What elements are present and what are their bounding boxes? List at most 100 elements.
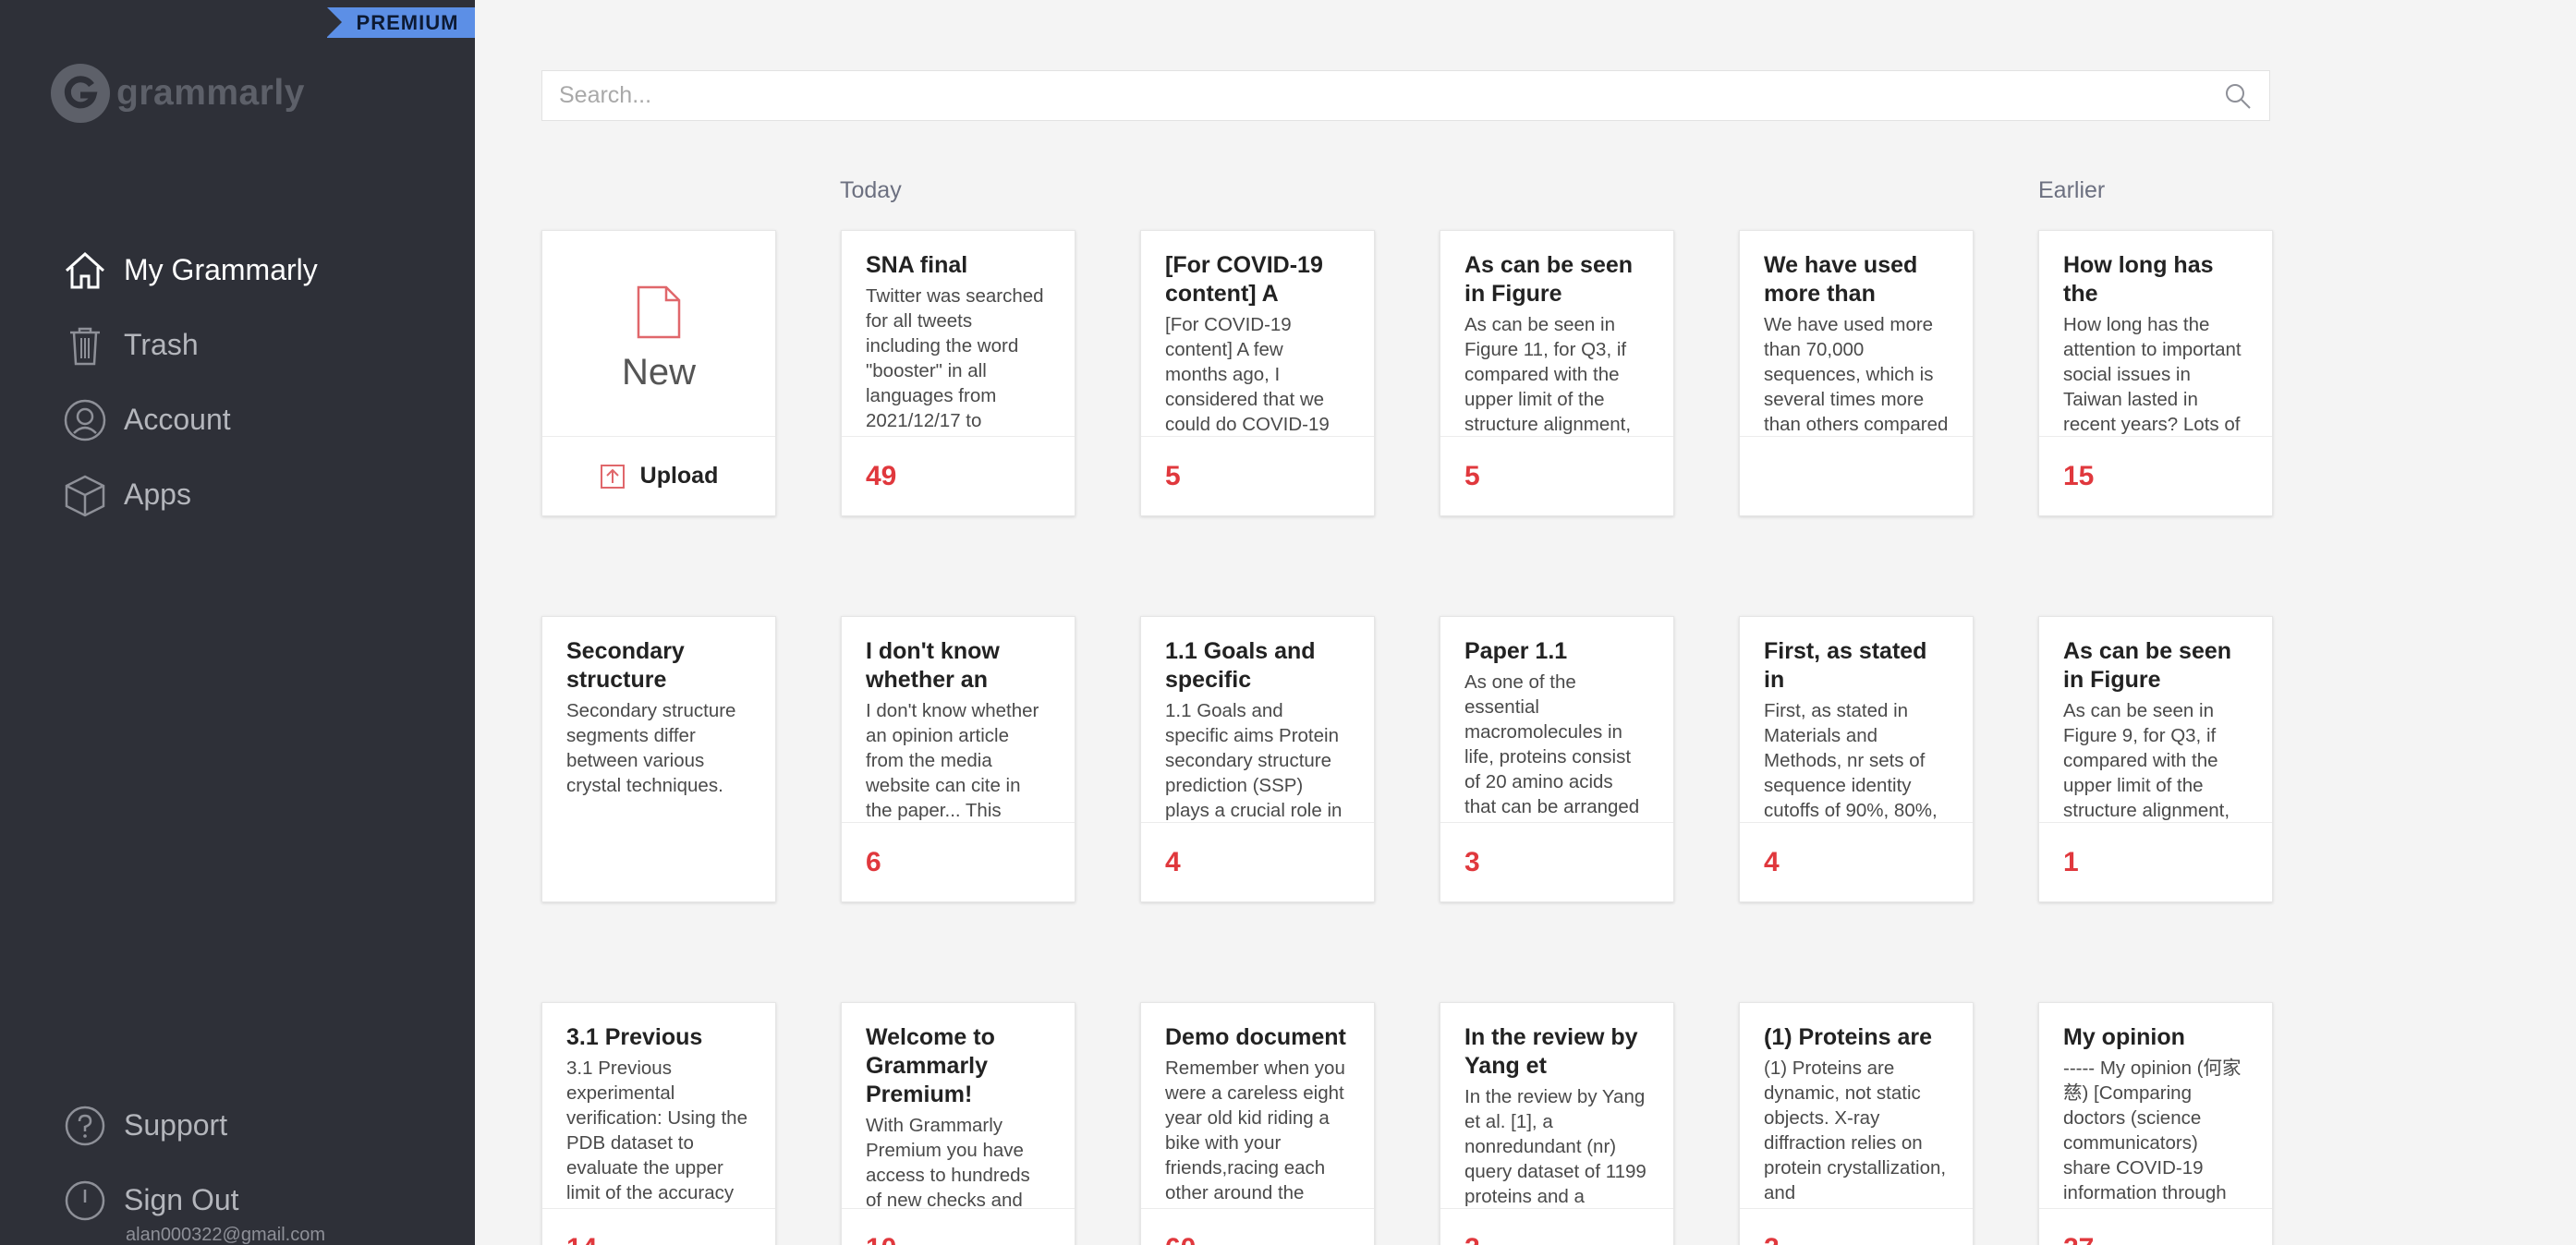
issue-count: 2 xyxy=(1464,1233,1480,1245)
issue-count: 10 xyxy=(866,1233,896,1245)
issue-count: 5 xyxy=(1464,460,1480,491)
document-preview: 1.1 Goals and specific aims Protein seco… xyxy=(1165,700,1343,821)
document-title: Secondary structure xyxy=(566,638,685,693)
user-email: alan000322@gmail.com xyxy=(126,1225,325,1245)
document-card[interactable]: In the review by Yang et In the review by… xyxy=(1440,1002,1674,1245)
document-title: SNA final xyxy=(866,252,968,278)
document-preview: As can be seen in Figure 9, for Q3, if c… xyxy=(2063,700,2230,821)
new-document-button[interactable]: New xyxy=(542,231,775,438)
document-card[interactable]: We have used more than We have used more … xyxy=(1739,230,1974,516)
document-title: We have used more than xyxy=(1764,252,1918,307)
group-label-today: Today xyxy=(840,177,902,203)
nav-apps[interactable]: Apps xyxy=(63,457,318,532)
document-title: Demo document xyxy=(1165,1024,1346,1050)
nav-label: Support xyxy=(124,1108,228,1142)
document-title: As can be seen in Figure xyxy=(1464,252,1634,307)
upload-icon xyxy=(600,464,625,489)
document-preview: ----- My opinion (何家慈) [Comparing doctor… xyxy=(2063,1058,2242,1203)
document-card[interactable]: As can be seen in Figure As can be seen i… xyxy=(2038,616,2273,902)
document-card[interactable]: SNA final Twitter was searched for all tw… xyxy=(841,230,1075,516)
document-title: Welcome to Grammarly Premium! xyxy=(866,1024,995,1107)
issue-count: 14 xyxy=(566,1233,597,1245)
nav-support[interactable]: Support xyxy=(63,1088,239,1163)
issue-count: 4 xyxy=(1764,846,1780,877)
search-input[interactable] xyxy=(559,82,2223,109)
issue-count: 4 xyxy=(1165,846,1181,877)
document-card[interactable]: How long has the How long has the attenti… xyxy=(2038,230,2273,516)
document-title: In the review by Yang et xyxy=(1464,1024,1638,1079)
nav-label: Apps xyxy=(124,477,191,511)
document-title: I don't know whether an xyxy=(866,638,1000,693)
nav-label: Trash xyxy=(124,328,199,361)
document-preview: Secondary structure segments differ betw… xyxy=(566,700,736,796)
issue-count: 2 xyxy=(1764,1233,1780,1245)
document-card[interactable]: (1) Proteins are (1) Proteins are dynamic… xyxy=(1739,1002,1974,1245)
document-card[interactable]: First, as stated in First, as stated in M… xyxy=(1739,616,1974,902)
new-document-icon xyxy=(637,285,681,338)
document-preview: I don't know whether an opinion article … xyxy=(866,700,1039,821)
document-preview: As one of the essential macromolecules i… xyxy=(1464,671,1640,817)
nav-label: Account xyxy=(124,403,231,436)
document-card[interactable]: Demo document Remember when you were a ca… xyxy=(1140,1002,1375,1245)
sidebar: PREMIUM grammarly My Grammarly Trash Acc… xyxy=(0,0,475,1245)
nav-account[interactable]: Account xyxy=(63,382,318,457)
apps-box-icon xyxy=(63,473,107,517)
document-preview: How long has the attention to important … xyxy=(2063,314,2242,435)
power-icon xyxy=(63,1179,107,1223)
document-title: As can be seen in Figure xyxy=(2063,638,2232,693)
document-title: 3.1 Previous xyxy=(566,1024,703,1050)
document-preview: Twitter was searched for all tweets incl… xyxy=(866,285,1044,438)
nav-my-grammarly[interactable]: My Grammarly xyxy=(63,233,318,308)
nav-trash[interactable]: Trash xyxy=(63,308,318,382)
document-card[interactable]: Paper 1.1 As one of the essential macromo… xyxy=(1440,616,1674,902)
issue-count: 27 xyxy=(2063,1233,2094,1245)
main-nav: My Grammarly Trash Account Apps xyxy=(63,233,318,532)
issue-count: 3 xyxy=(1464,846,1480,877)
document-title: [For COVID-19 content] A xyxy=(1165,252,1323,307)
issue-count: 15 xyxy=(2063,460,2095,491)
issue-count: 49 xyxy=(866,460,897,491)
document-card[interactable]: [For COVID-19 content] A [For COVID-19 co… xyxy=(1140,230,1375,516)
document-preview: [For COVID-19 content] A few months ago,… xyxy=(1165,314,1330,435)
account-icon xyxy=(63,398,107,442)
document-card[interactable]: My opinion ----- My opinion (何家慈) [Compar… xyxy=(2038,1002,2273,1245)
upload-button[interactable]: Upload xyxy=(542,436,775,515)
document-card[interactable]: 3.1 Previous 3.1 Previous experimental ve… xyxy=(541,1002,776,1245)
document-preview: 3.1 Previous experimental verification: … xyxy=(566,1058,747,1203)
search-icon[interactable] xyxy=(2223,81,2253,111)
document-preview: First, as stated in Materials and Method… xyxy=(1764,700,1938,821)
trash-icon xyxy=(63,323,107,368)
document-title: My opinion xyxy=(2063,1024,2185,1050)
issue-count: 5 xyxy=(1165,460,1181,491)
document-title: 1.1 Goals and specific xyxy=(1165,638,1316,693)
document-title: (1) Proteins are xyxy=(1764,1024,1933,1050)
issue-count: 60 xyxy=(1165,1233,1196,1245)
group-label-earlier: Earlier xyxy=(2038,177,2106,203)
upload-label: Upload xyxy=(639,463,719,489)
document-card[interactable]: Secondary structure Secondary structure s… xyxy=(541,616,776,902)
document-preview: With Grammarly Premium you have access t… xyxy=(866,1115,1030,1210)
nav-label: Sign Out xyxy=(124,1183,239,1216)
document-card[interactable]: As can be seen in Figure As can be seen i… xyxy=(1440,230,1674,516)
grammarly-logo[interactable]: grammarly xyxy=(50,63,305,124)
document-preview: Remember when you were a careless eight … xyxy=(1165,1058,1345,1203)
nav-label: My Grammarly xyxy=(124,253,318,286)
document-preview: In the review by Yang et al. [1], a nonr… xyxy=(1464,1086,1646,1207)
document-title: Paper 1.1 xyxy=(1464,638,1568,664)
document-title: First, as stated in xyxy=(1764,638,1927,693)
bottom-nav: Support Sign Out xyxy=(63,1088,239,1238)
document-card[interactable]: 1.1 Goals and specific 1.1 Goals and spec… xyxy=(1140,616,1375,902)
grammarly-g-icon xyxy=(51,64,110,123)
document-card[interactable]: I don't know whether an I don't know whet… xyxy=(841,616,1075,902)
document-card[interactable]: Welcome to Grammarly Premium! With Gramma… xyxy=(841,1002,1075,1245)
issue-count: 6 xyxy=(866,846,881,877)
search-bar xyxy=(541,70,2270,121)
premium-badge: PREMIUM xyxy=(327,7,475,38)
document-preview: As can be seen in Figure 11, for Q3, if … xyxy=(1464,314,1632,435)
help-icon xyxy=(63,1104,107,1148)
new-label: New xyxy=(621,351,697,393)
logo-text: grammarly xyxy=(116,73,305,113)
issue-count: 1 xyxy=(2063,846,2079,877)
document-preview: (1) Proteins are dynamic, not static obj… xyxy=(1764,1058,1947,1203)
new-document-card: New Upload xyxy=(541,230,776,516)
